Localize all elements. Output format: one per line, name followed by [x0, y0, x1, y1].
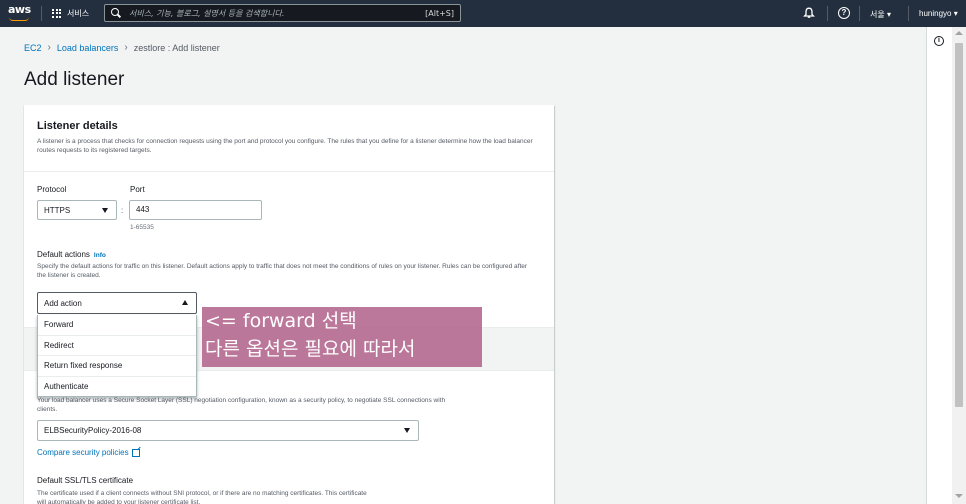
bell-icon[interactable]	[803, 7, 815, 19]
global-search[interactable]: [Alt+S]	[104, 4, 461, 22]
breadcrumb-separator: ›	[47, 42, 51, 53]
add-action-label: Add action	[44, 298, 82, 308]
scroll-up-arrow[interactable]	[955, 31, 963, 35]
search-icon	[111, 8, 121, 18]
top-navigation-bar: aws 서비스 [Alt+S] ? 서울 ▾ huningyo ▾	[0, 0, 966, 27]
compare-security-policies-link[interactable]: Compare security policies	[37, 448, 140, 457]
services-label: 서비스	[67, 9, 90, 18]
panel-header: Listener details A listener is a process…	[24, 105, 554, 172]
region-selector[interactable]: 서울 ▾	[870, 9, 891, 20]
caret-down-icon	[404, 428, 410, 433]
default-actions-label-text: Default actions	[37, 250, 90, 259]
external-link-icon	[131, 448, 140, 457]
nav-divider	[827, 6, 828, 21]
caret-up-icon	[182, 300, 188, 305]
compare-link-text: Compare security policies	[37, 448, 129, 457]
annotation-note: <= forward 선택 다른 옵션은 필요에 따라서	[202, 307, 482, 367]
scroll-down-arrow[interactable]	[955, 494, 963, 498]
default-actions-info-link[interactable]: Info	[94, 252, 106, 259]
breadcrumb-current: zestlore : Add listener	[133, 42, 220, 53]
option-forward[interactable]: Forward	[38, 315, 196, 336]
aws-logo[interactable]: aws	[8, 3, 31, 23]
nav-divider	[859, 6, 860, 21]
default-certificate-description: The certificate used if a client connect…	[37, 490, 367, 497]
add-action-select[interactable]: Add action	[37, 292, 197, 314]
search-input[interactable]	[129, 8, 426, 18]
user-menu[interactable]: huningyo ▾	[919, 9, 958, 18]
default-actions-label: Default actions Info	[37, 250, 106, 259]
services-menu-button[interactable]: 서비스	[52, 6, 89, 21]
page-title: Add listener	[24, 69, 125, 90]
breadcrumb-separator: ›	[124, 42, 128, 53]
security-policy-select[interactable]: ELBSecurityPolicy-2016-08	[37, 420, 419, 441]
protocol-value: HTTPS	[44, 205, 71, 215]
protocol-select[interactable]: HTTPS	[37, 200, 117, 220]
aws-logo-smile	[9, 17, 29, 21]
default-actions-description: Specify the default actions for traffic …	[37, 263, 528, 279]
breadcrumb: EC2 › Load balancers › zestlore : Add li…	[24, 42, 220, 53]
option-redirect[interactable]: Redirect	[38, 336, 196, 356]
protocol-port-separator: :	[121, 206, 124, 215]
scrollbar-thumb[interactable]	[955, 43, 963, 407]
port-label: Port	[130, 185, 145, 194]
default-certificate-description-2: will automatically be added to your list…	[37, 499, 201, 504]
nav-divider	[908, 6, 909, 21]
caret-down-icon	[102, 208, 108, 213]
panel-title: Listener details	[37, 120, 118, 132]
add-action-dropdown-menu: Forward Redirect Return fixed response A…	[37, 315, 197, 397]
help-panel-rail	[926, 27, 952, 504]
protocol-label: Protocol	[37, 185, 67, 194]
panel-description: A listener is a process that checks for …	[37, 138, 533, 154]
security-policy-description: Your load balancer uses a Secure Socket …	[37, 397, 446, 413]
annotation-line-2: 다른 옵션은 필요에 따라서	[205, 338, 416, 360]
security-policy-value: ELBSecurityPolicy-2016-08	[44, 426, 142, 435]
nav-divider	[41, 6, 42, 21]
grid-icon	[52, 8, 62, 19]
option-authenticate[interactable]: Authenticate	[38, 377, 196, 398]
breadcrumb-load-balancers[interactable]: Load balancers	[57, 43, 119, 53]
aws-logo-text: aws	[8, 3, 31, 16]
help-icon[interactable]: ?	[838, 7, 850, 19]
search-shortcut-hint: [Alt+S]	[425, 8, 454, 18]
port-input[interactable]: 443	[129, 200, 262, 220]
info-icon[interactable]: i	[934, 36, 944, 46]
port-hint: 1-65535	[130, 224, 154, 231]
breadcrumb-ec2[interactable]: EC2	[24, 43, 42, 53]
listener-details-panel: Listener details A listener is a process…	[24, 105, 554, 504]
default-certificate-title: Default SSL/TLS certificate	[37, 476, 134, 485]
annotation-line-1: <= forward 선택	[205, 310, 357, 332]
option-return-fixed-response[interactable]: Return fixed response	[38, 356, 196, 377]
